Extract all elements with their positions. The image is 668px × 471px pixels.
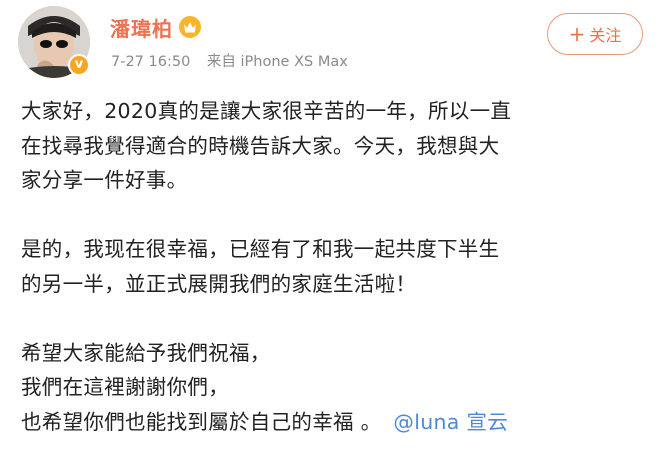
post-line: 家分享一件好事。 [21, 168, 188, 192]
user-name[interactable]: 潘瑋柏 [110, 13, 173, 42]
mention-link[interactable]: @luna 宣云 [393, 410, 508, 434]
post-body: 大家好，2020真的是讓大家很辛苦的一年，所以一直 在找尋我覺得適合的時機告訴大… [21, 94, 651, 439]
follow-button[interactable]: + 关注 [547, 13, 643, 55]
post-line: 在找尋我覺得適合的時機告訴大家。今天，我想與大 [21, 133, 500, 158]
post-line: 希望大家能給予我們祝福， [21, 340, 271, 365]
post-line-text: 也希望你們也能找到屬於自己的幸福 。 [21, 409, 382, 434]
plus-icon: + [568, 22, 586, 46]
post-line: 的另一半，並正式展開我們的家庭生活啦！ [21, 271, 417, 296]
post-paragraph-3: 希望大家能給予我們祝福， 我們在這裡謝謝你們， 也希望你們也能找到屬於自己的幸福… [21, 336, 651, 440]
post-line-last: 也希望你們也能找到屬於自己的幸福 。 @luna 宣云 [21, 405, 651, 440]
follow-label: 关注 [589, 26, 622, 45]
post-line: 我們在這裡謝謝你們， [21, 375, 229, 399]
post-header: v 潘瑋柏 7-27 16:50 来自 iPhone XS Max + 关注 [0, 0, 668, 92]
post-line: 是的，我现在很幸福，已經有了和我一起共度下半生 [21, 237, 500, 261]
post-paragraph-1: 大家好，2020真的是讓大家很辛苦的一年，所以一直 在找尋我覺得適合的時機告訴大… [21, 94, 651, 198]
verified-badge-icon: v [68, 54, 90, 76]
post-source: 来自 iPhone XS Max [206, 54, 348, 70]
post-meta: 7-27 16:50 来自 iPhone XS Max [111, 50, 348, 71]
post-paragraph-2: 是的，我现在很幸福，已經有了和我一起共度下半生 的另一半，並正式展開我們的家庭生… [21, 232, 651, 301]
name-row: 潘瑋柏 [110, 12, 201, 42]
post-line: 大家好，2020真的是讓大家很辛苦的一年，所以一直 [21, 99, 512, 123]
post-time[interactable]: 7-27 16:50 [111, 54, 190, 70]
crown-icon [179, 16, 201, 38]
